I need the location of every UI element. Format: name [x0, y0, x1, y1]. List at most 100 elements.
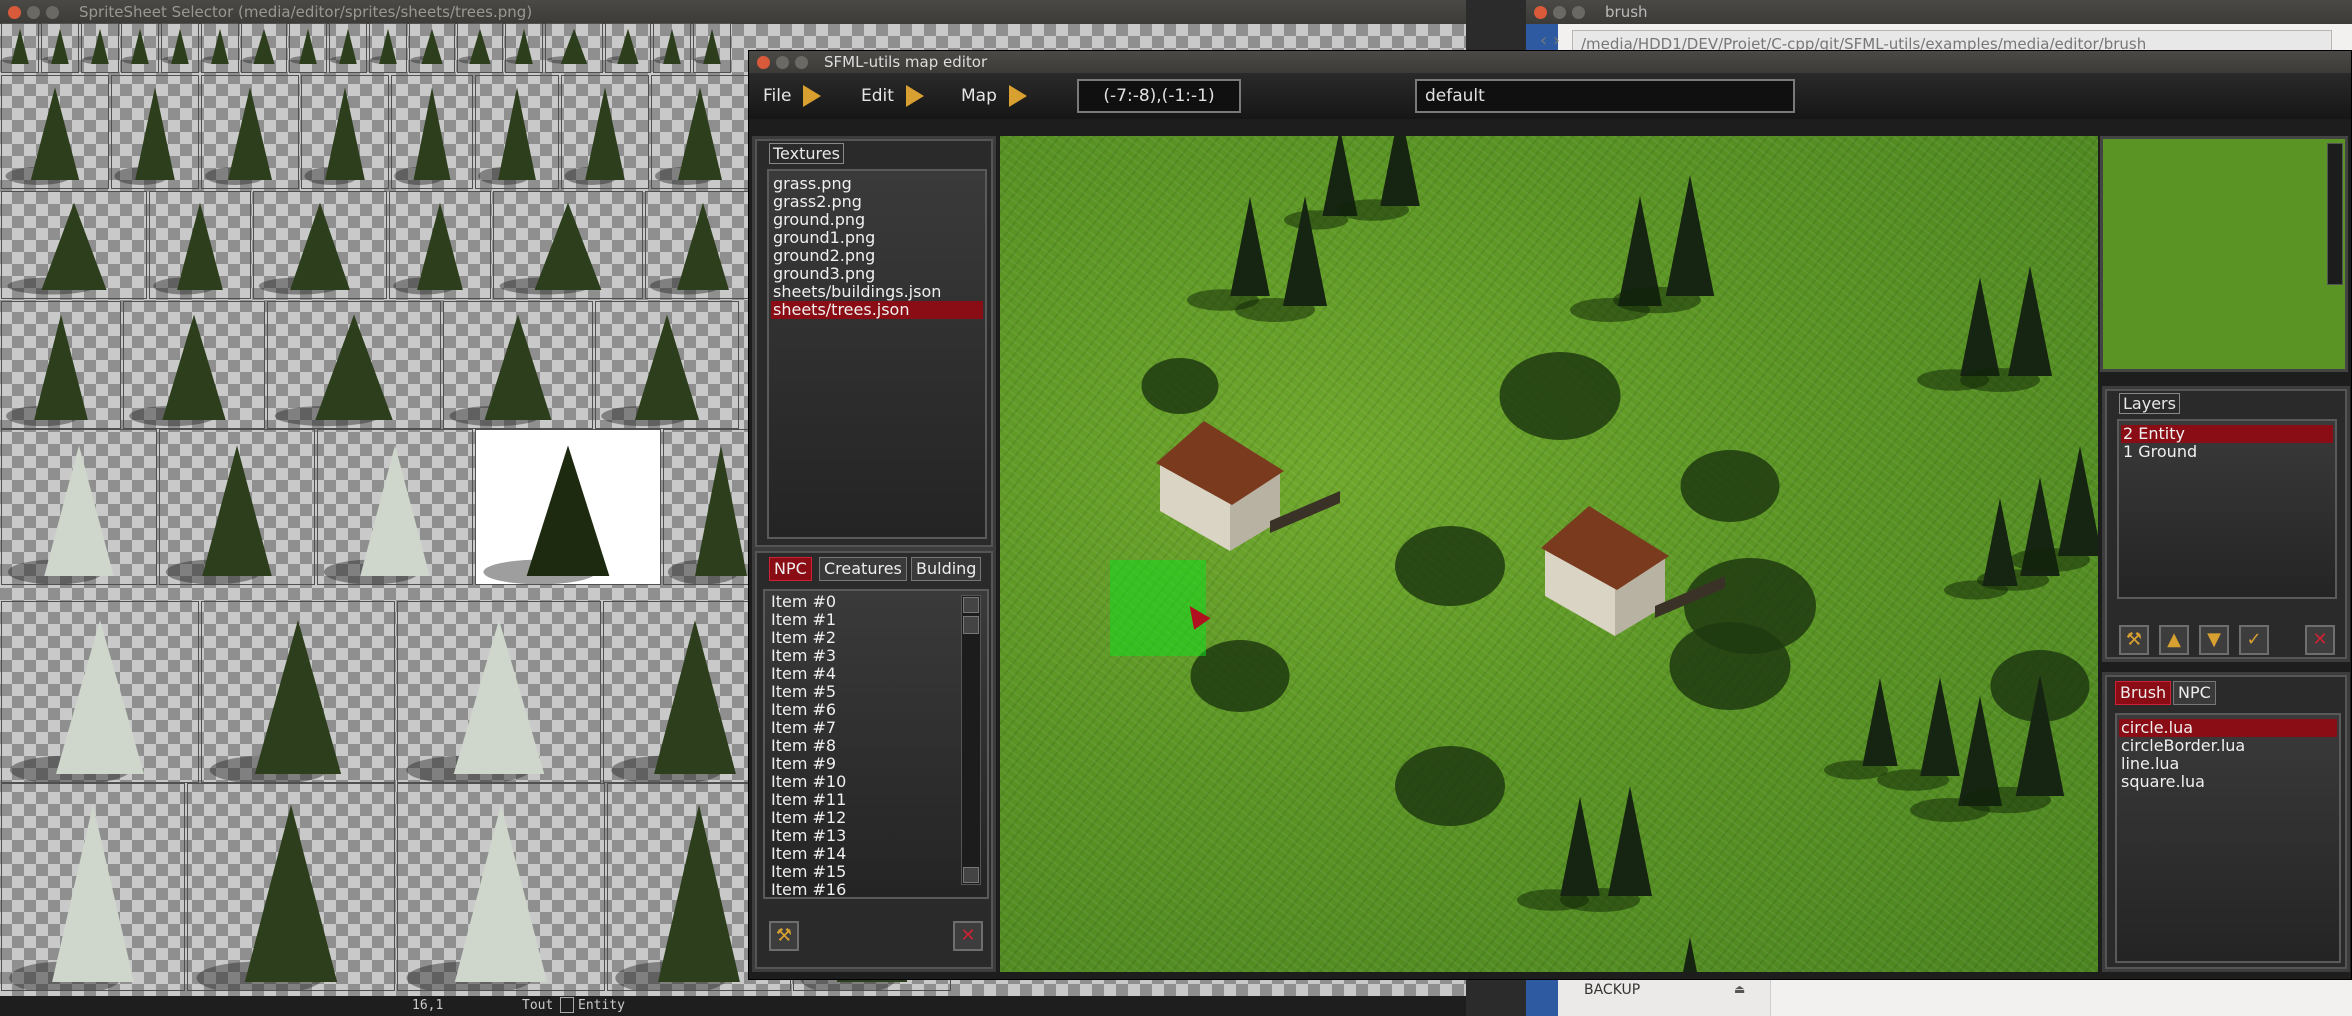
sprite-cell[interactable] [161, 23, 199, 73]
entity-list-item[interactable]: Item #5 [769, 683, 949, 701]
tab-npc[interactable]: NPC [769, 557, 812, 581]
sprite-cell[interactable] [187, 783, 395, 995]
tab-creatures[interactable]: Creatures [819, 557, 907, 581]
sprite-cell[interactable] [693, 23, 731, 73]
menu-file[interactable]: File [763, 81, 822, 111]
editor-minimize-button[interactable] [776, 55, 789, 69]
minimize-window-button[interactable] [27, 5, 40, 19]
sprite-cell[interactable] [201, 23, 239, 73]
layer-list-item[interactable]: 1 Ground [2121, 443, 2333, 461]
tab-building[interactable]: Bulding [911, 557, 982, 581]
minimap-scrollbar[interactable] [2327, 143, 2343, 285]
menu-map-arrow-icon[interactable] [1008, 85, 1027, 107]
sprite-cell[interactable] [561, 75, 649, 189]
sprite-cell[interactable] [1, 75, 109, 189]
entity-list-item[interactable]: Item #13 [769, 827, 949, 845]
entity-list-item[interactable]: Item #6 [769, 701, 949, 719]
tab-brush[interactable]: Brush [2115, 681, 2172, 705]
sprite-cell[interactable] [457, 23, 503, 73]
menu-file-arrow-icon[interactable] [803, 85, 822, 107]
sprite-cell[interactable] [1, 601, 199, 785]
sprite-cell[interactable] [493, 191, 643, 299]
sprite-cell[interactable] [475, 75, 559, 189]
move-down-icon[interactable]: ▼ [2199, 625, 2229, 655]
sprite-cell[interactable] [397, 601, 601, 785]
sprite-cell[interactable] [391, 75, 473, 189]
menu-map[interactable]: Map [961, 81, 1027, 111]
texture-list-item[interactable]: ground3.png [771, 265, 983, 283]
texture-list-item[interactable]: sheets/buildings.json [771, 283, 983, 301]
menu-edit-arrow-icon[interactable] [905, 85, 924, 107]
sprite-cell[interactable] [159, 429, 315, 585]
sprite-cell[interactable] [595, 301, 739, 429]
layer-list-item[interactable]: 2 Entity [2121, 425, 2333, 443]
sprite-cell[interactable] [443, 301, 593, 429]
entity-list-item[interactable]: Item #14 [769, 845, 949, 863]
sprite-cell[interactable] [317, 429, 473, 585]
sprite-cell[interactable] [1, 783, 185, 995]
brush-list-item[interactable]: square.lua [2119, 773, 2337, 791]
menu-edit[interactable]: Edit [861, 81, 924, 111]
texture-list-item[interactable]: sheets/trees.json [771, 301, 983, 319]
close-window-button[interactable] [8, 5, 21, 19]
sidebar-item-backup[interactable]: BACKUP [1584, 982, 1640, 998]
editor-maximize-button[interactable] [795, 55, 808, 69]
sprite-cell[interactable] [301, 75, 389, 189]
hammer-icon[interactable]: ⚒ [769, 921, 799, 951]
check-icon[interactable]: ✓ [2239, 625, 2269, 655]
sprite-cell[interactable] [1, 23, 39, 73]
sprite-cell[interactable] [475, 429, 661, 585]
sprite-cell[interactable] [201, 601, 395, 785]
sprite-cell[interactable] [201, 75, 299, 189]
scroll-down-icon[interactable] [963, 867, 979, 883]
texture-list-item[interactable]: grass.png [771, 175, 983, 193]
scroll-thumb[interactable] [963, 616, 979, 634]
sprite-cell[interactable] [253, 191, 387, 299]
texture-list-item[interactable]: ground2.png [771, 247, 983, 265]
tab-brush-npc[interactable]: NPC [2173, 681, 2216, 705]
entity-list-item[interactable]: Item #16 [769, 881, 949, 898]
browser-maximize-button[interactable] [1572, 5, 1585, 19]
entity-list-item[interactable]: Item #3 [769, 647, 949, 665]
maximize-window-button[interactable] [46, 5, 59, 19]
back-forward-icons[interactable]: ‹ › [1540, 30, 1560, 51]
sprite-cell[interactable] [397, 783, 605, 995]
entity-list-item[interactable]: Item #4 [769, 665, 949, 683]
browser-minimize-button[interactable] [1553, 5, 1566, 19]
brush-list-item[interactable]: circle.lua [2119, 719, 2337, 737]
sprite-cell[interactable] [389, 191, 491, 299]
sprite-cell[interactable] [289, 23, 327, 73]
sprite-cell[interactable] [605, 23, 651, 73]
sprite-cell[interactable] [329, 23, 367, 73]
brush-list-item[interactable]: circleBorder.lua [2119, 737, 2337, 755]
sprite-cell[interactable] [505, 23, 543, 73]
sprite-cell[interactable] [41, 23, 79, 73]
sprite-cell[interactable] [111, 75, 199, 189]
map-viewport[interactable] [1000, 136, 2098, 972]
status-filter[interactable]: Tout [522, 998, 553, 1013]
move-up-icon[interactable]: ▲ [2159, 625, 2189, 655]
entity-list-item[interactable]: Item #1 [769, 611, 949, 629]
sprite-cell[interactable] [1, 191, 147, 299]
sprite-cell[interactable] [409, 23, 455, 73]
sprite-cell[interactable] [241, 23, 287, 73]
sprite-cell[interactable] [267, 301, 441, 429]
close-icon[interactable]: ✕ [2305, 625, 2335, 655]
sprite-cell[interactable] [149, 191, 251, 299]
entity-list-item[interactable]: Item #7 [769, 719, 949, 737]
entity-list-item[interactable]: Item #0 [769, 593, 949, 611]
browser-close-button[interactable] [1534, 5, 1547, 19]
sprite-cell[interactable] [123, 301, 265, 429]
sprite-cell[interactable] [81, 23, 119, 73]
editor-close-button[interactable] [757, 55, 770, 69]
sprite-cell[interactable] [653, 23, 691, 73]
entity-list-item[interactable]: Item #15 [769, 863, 949, 881]
texture-list-item[interactable]: grass2.png [771, 193, 983, 211]
filter-dropdown-icon[interactable] [560, 997, 574, 1013]
sprite-cell[interactable] [1, 301, 121, 429]
sprite-cell[interactable] [369, 23, 407, 73]
texture-list-item[interactable]: ground.png [771, 211, 983, 229]
map-name-input[interactable]: default [1415, 79, 1795, 113]
entity-list-item[interactable]: Item #2 [769, 629, 949, 647]
close-icon[interactable]: ✕ [953, 921, 983, 951]
